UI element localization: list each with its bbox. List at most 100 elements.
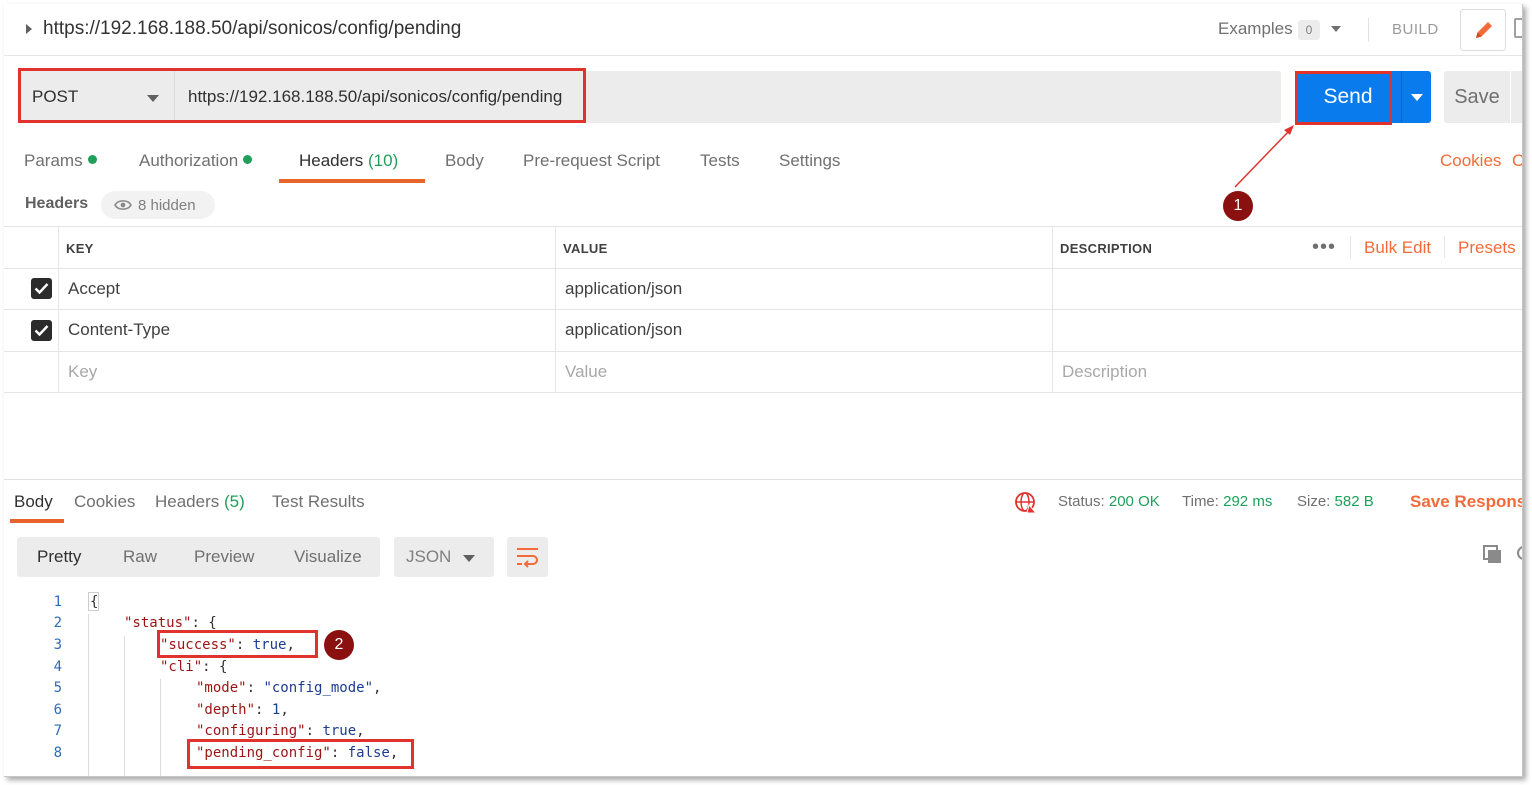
format-select[interactable]: JSON <box>394 537 494 577</box>
table-border <box>4 351 1522 352</box>
response-divider[interactable] <box>4 479 1522 480</box>
headers-section-title: Headers <box>25 195 89 212</box>
hidden-headers-toggle[interactable]: 8 hidden <box>101 191 215 219</box>
expand-caret-icon[interactable] <box>26 24 32 34</box>
chevron-down-icon <box>463 555 475 562</box>
tab-headers-label: Headers <box>299 151 364 170</box>
bulk-edit-link[interactable]: Bulk Edit <box>1364 238 1431 258</box>
presets-link[interactable]: Presets <box>1458 238 1516 258</box>
code-line[interactable]: "mode": "config_mode", <box>196 680 381 696</box>
tab-settings[interactable]: Settings <box>779 151 840 171</box>
view-visualize-button[interactable]: Visualize <box>294 547 362 567</box>
code-line[interactable]: "depth": 1, <box>196 702 289 718</box>
active-tab-indicator <box>279 179 425 183</box>
response-tab-test-results[interactable]: Test Results <box>272 492 365 512</box>
code-line[interactable]: "cli": { <box>160 659 227 675</box>
success-highlight-box <box>157 630 318 658</box>
json-brace: { <box>90 594 99 610</box>
table-border <box>1350 236 1351 258</box>
divider <box>1368 18 1369 42</box>
response-size: Size: 582 B <box>1297 493 1374 510</box>
edit-button[interactable] <box>1460 9 1506 51</box>
wrap-lines-button[interactable] <box>507 537 548 577</box>
response-status: Status: 200 OK <box>1058 493 1160 510</box>
view-pretty-button[interactable]: Pretty <box>37 547 81 567</box>
send-options-chevron-down-icon[interactable] <box>1401 71 1431 123</box>
save-button[interactable]: Save <box>1444 71 1510 123</box>
view-raw-button[interactable]: Raw <box>123 547 157 567</box>
json-key: "cli" <box>160 659 203 675</box>
response-tab-headers[interactable]: Headers (5) <box>155 492 245 512</box>
line-number: 2 <box>53 615 62 631</box>
save-options-button[interactable] <box>1511 71 1522 123</box>
header-value-cell[interactable]: application/json <box>565 279 682 299</box>
request-title[interactable]: https://192.168.188.50/api/sonicos/confi… <box>43 18 461 40</box>
format-label: JSON <box>406 547 452 566</box>
response-tab-headers-label: Headers <box>155 492 220 511</box>
examples-chevron-down-icon[interactable] <box>1331 26 1341 32</box>
json-key: "configuring" <box>196 723 306 739</box>
search-icon[interactable] <box>1515 544 1523 566</box>
network-globe-icon[interactable] <box>1014 491 1038 515</box>
header-value-cell[interactable]: application/json <box>565 320 682 340</box>
new-description-input[interactable]: Description <box>1062 362 1147 382</box>
more-options-icon[interactable]: ••• <box>1312 236 1336 259</box>
code-link[interactable]: C <box>1512 151 1522 171</box>
json-punct: , <box>373 680 382 696</box>
new-value-input[interactable]: Value <box>565 362 607 382</box>
tab-headers[interactable]: Headers (10) <box>299 151 398 171</box>
response-tab-cookies[interactable]: Cookies <box>74 492 135 512</box>
line-number: 3 <box>53 637 62 653</box>
json-value: "config_mode" <box>263 680 374 696</box>
column-header-key: KEY <box>66 241 94 256</box>
tab-params[interactable]: Params <box>24 151 97 171</box>
response-time: Time: 292 ms <box>1182 493 1272 510</box>
table-border <box>58 226 59 392</box>
eye-icon <box>114 200 132 210</box>
line-number: 6 <box>53 702 62 718</box>
documentation-icon[interactable] <box>1514 18 1522 38</box>
header-row-checkbox[interactable] <box>31 278 52 299</box>
header-key-cell[interactable]: Accept <box>68 279 120 299</box>
table-border <box>1444 236 1445 258</box>
column-header-value: VALUE <box>563 241 608 256</box>
indent-guide <box>88 614 89 776</box>
hidden-headers-label: 8 hidden <box>138 197 196 214</box>
tab-params-label: Params <box>24 151 83 170</box>
table-border <box>1052 226 1053 392</box>
view-preview-button[interactable]: Preview <box>194 547 254 567</box>
json-punct: , <box>280 702 289 718</box>
table-border <box>4 392 1522 393</box>
cookies-link[interactable]: Cookies <box>1440 151 1501 171</box>
size-value: 582 B <box>1334 493 1374 510</box>
request-highlight-box <box>18 68 586 123</box>
code-line[interactable]: { <box>90 594 98 610</box>
response-tab-body[interactable]: Body <box>14 492 53 512</box>
wrap-lines-icon <box>517 548 538 568</box>
tab-prerequest-script[interactable]: Pre-request Script <box>523 151 660 171</box>
header-key-cell[interactable]: Content-Type <box>68 320 170 340</box>
tab-tests[interactable]: Tests <box>700 151 740 171</box>
line-number: 1 <box>53 594 62 610</box>
line-number: 4 <box>53 659 62 675</box>
request-title-bar: https://192.168.188.50/api/sonicos/confi… <box>4 4 1522 56</box>
json-value: true <box>322 723 357 739</box>
tab-body[interactable]: Body <box>445 151 484 171</box>
build-mode-label[interactable]: BUILD <box>1392 21 1439 38</box>
copy-icon[interactable] <box>1482 544 1504 566</box>
tab-headers-count: (10) <box>368 151 399 170</box>
code-line[interactable]: "configuring": true, <box>196 723 365 739</box>
header-row-checkbox[interactable] <box>31 320 52 341</box>
tab-authorization[interactable]: Authorization <box>139 151 253 171</box>
json-key: "status" <box>124 615 192 631</box>
time-label: Time: <box>1182 493 1219 510</box>
size-label: Size: <box>1297 493 1331 510</box>
examples-button[interactable]: Examples <box>1218 19 1293 39</box>
tab-authorization-label: Authorization <box>139 151 239 170</box>
postman-window: https://192.168.188.50/api/sonicos/confi… <box>4 4 1523 777</box>
response-headers-count: (5) <box>224 492 245 511</box>
new-key-input[interactable]: Key <box>68 362 97 382</box>
checkmark-icon <box>34 325 49 337</box>
code-line[interactable]: "status": { <box>124 615 217 631</box>
save-response-button[interactable]: Save Response <box>1410 492 1522 512</box>
